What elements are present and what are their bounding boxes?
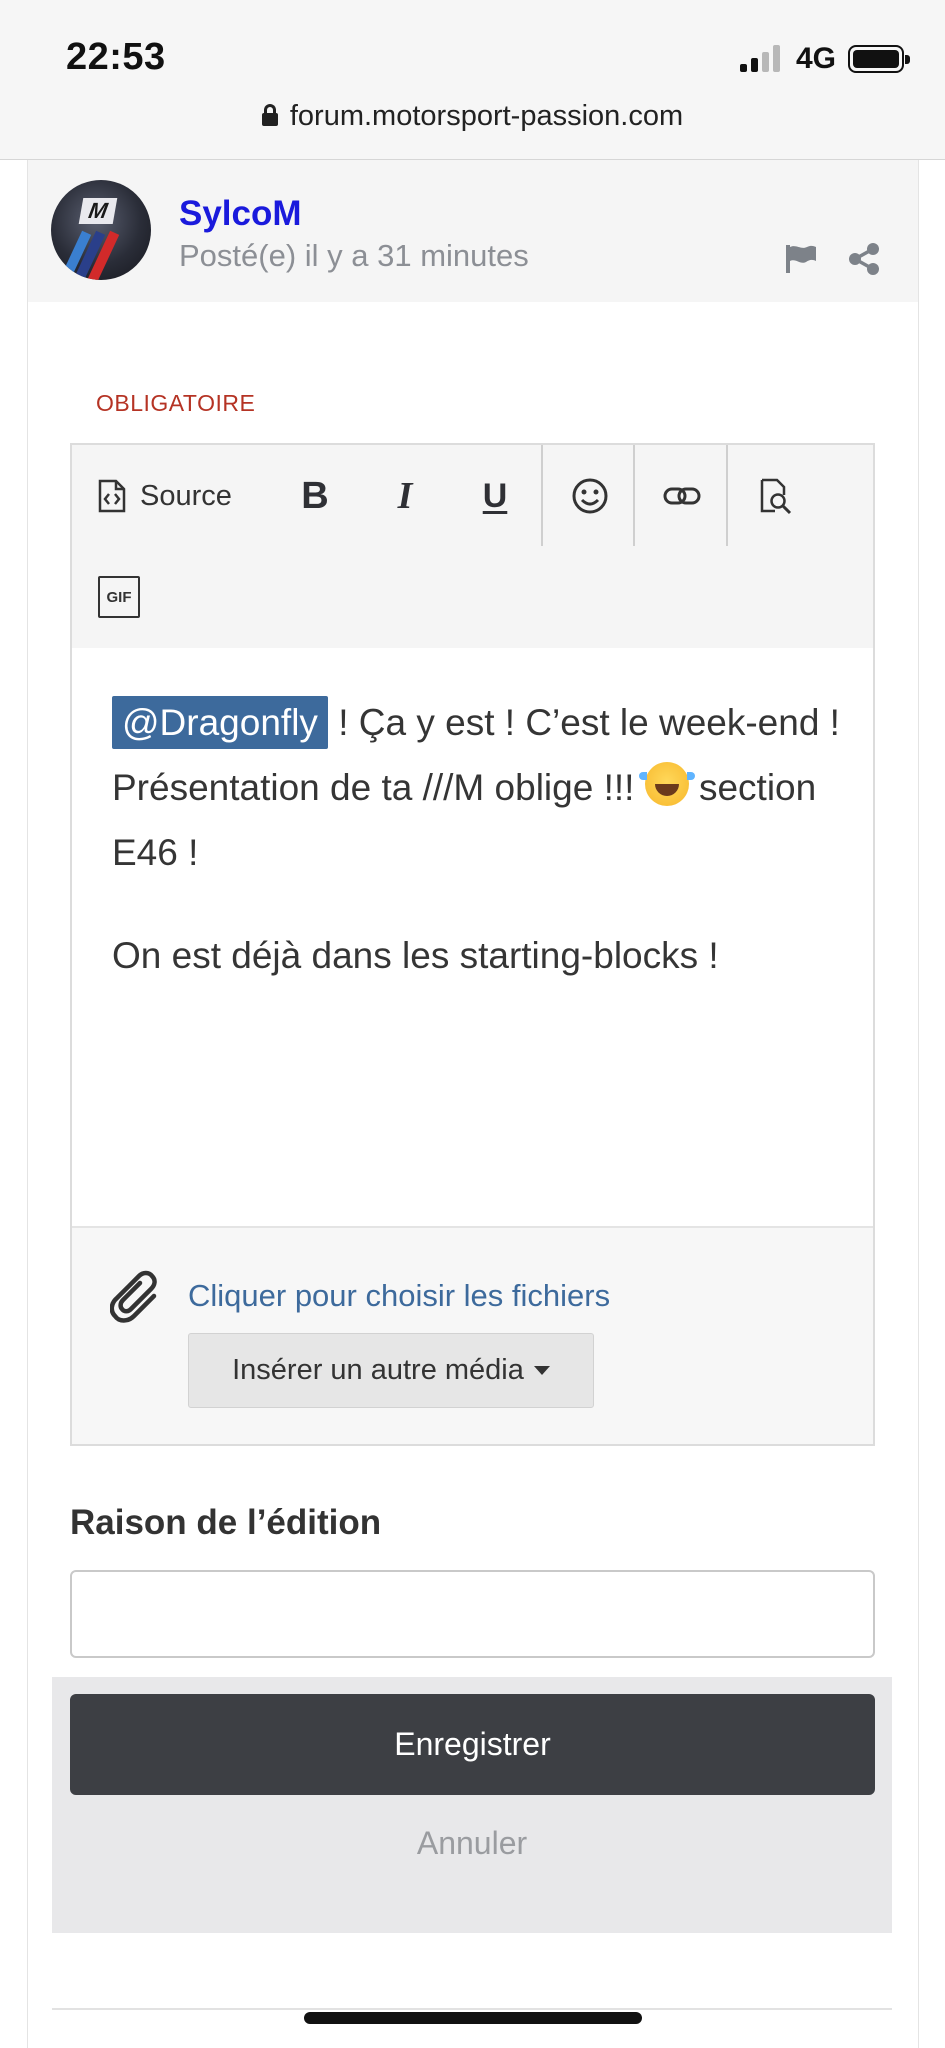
form-actions: Enregistrer Annuler	[52, 1677, 892, 1933]
browser-header: 22:53 4G forum.motorsport-passion.com	[0, 0, 945, 160]
choose-files-link[interactable]: Cliquer pour choisir les fichiers	[188, 1278, 610, 1314]
divider	[52, 2008, 892, 2010]
editor-content[interactable]: @Dragonfly ! Ça y est ! C’est le week-en…	[112, 690, 852, 1026]
link-button[interactable]	[654, 471, 710, 521]
status-time: 22:53	[66, 36, 166, 78]
lock-icon	[261, 104, 278, 126]
network-type: 4G	[796, 42, 837, 75]
caret-down-icon	[533, 1366, 550, 1375]
cancel-button[interactable]: Annuler	[52, 1825, 892, 1862]
post-header: M SylcoM Posté(e) il y a 31 minutes	[28, 160, 918, 302]
edit-reason-input[interactable]	[70, 1570, 875, 1658]
signal-icon	[740, 44, 782, 72]
italic-button[interactable]: I	[377, 471, 433, 521]
save-button[interactable]: Enregistrer	[70, 1694, 875, 1795]
home-indicator[interactable]	[304, 2012, 642, 2024]
url-text: forum.motorsport-passion.com	[289, 100, 684, 132]
insert-media-button[interactable]: Insérer un autre média	[188, 1333, 594, 1408]
mention-tag[interactable]: @Dragonfly	[112, 696, 328, 749]
preview-button[interactable]	[748, 471, 804, 521]
toolbar-separator	[633, 445, 635, 546]
flag-icon[interactable]	[784, 244, 818, 274]
paperclip-icon	[110, 1270, 157, 1323]
edit-reason-label: Raison de l’édition	[70, 1503, 382, 1542]
underline-button[interactable]: U	[467, 471, 523, 521]
link-icon	[663, 487, 701, 505]
battery-icon	[848, 45, 910, 73]
content-paragraph-2: On est déjà dans les starting-blocks !	[112, 935, 719, 976]
bold-button[interactable]: B	[287, 471, 343, 521]
editor-toolbar: Source B I U GIF	[72, 445, 873, 648]
attachment-area: Cliquer pour choisir les fichiers Insére…	[72, 1226, 873, 1444]
source-label: Source	[140, 479, 232, 512]
laughing-emoji-icon	[638, 762, 695, 806]
source-button[interactable]: Source	[98, 473, 258, 519]
toolbar-separator	[726, 445, 728, 546]
gif-button[interactable]: GIF	[98, 576, 140, 618]
url-bar[interactable]: forum.motorsport-passion.com	[0, 100, 945, 133]
toolbar-separator	[541, 445, 543, 546]
insert-media-label: Insérer un autre média	[232, 1354, 524, 1386]
share-icon[interactable]	[848, 242, 880, 276]
preview-icon	[760, 478, 792, 515]
emoji-button[interactable]	[562, 471, 618, 521]
required-label: OBLIGATOIRE	[96, 390, 256, 416]
avatar[interactable]: M	[51, 180, 151, 280]
post-editor: Source B I U GIF @Dragonfly ! Ça y est !…	[70, 443, 875, 1446]
post-timestamp: Posté(e) il y a 31 minutes	[179, 238, 529, 273]
username-link[interactable]: SylcoM	[179, 194, 302, 234]
content-paragraph: @Dragonfly ! Ça y est ! C’est le week-en…	[112, 690, 852, 885]
smiley-icon	[572, 478, 608, 514]
source-icon	[98, 479, 126, 513]
